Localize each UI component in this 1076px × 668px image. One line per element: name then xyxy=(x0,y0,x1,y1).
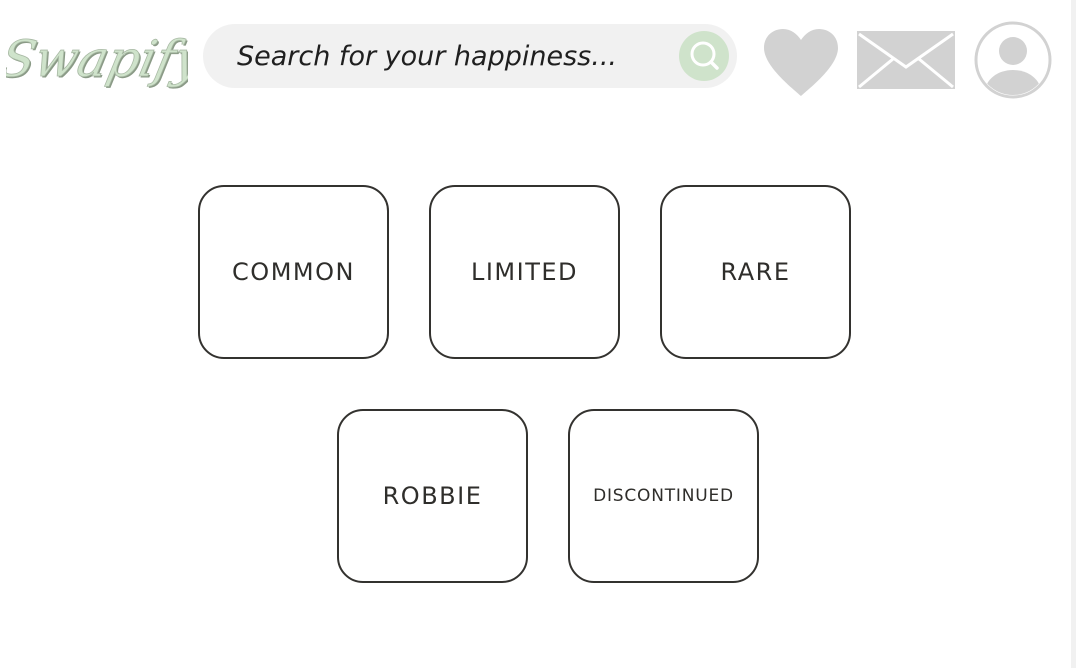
search-bar xyxy=(203,24,737,88)
page-edge-divider xyxy=(1071,0,1076,668)
search-icon xyxy=(690,41,719,70)
svg-text:Swapify: Swapify xyxy=(6,30,188,88)
category-tile-discontinued[interactable]: DISCONTINUED xyxy=(568,409,759,583)
category-label: ROBBIE xyxy=(382,482,483,510)
profile-icon[interactable] xyxy=(973,20,1053,100)
category-label: DISCONTINUED xyxy=(593,486,734,506)
category-label: COMMON xyxy=(232,258,355,286)
search-input[interactable] xyxy=(237,24,667,88)
category-tile-limited[interactable]: LIMITED xyxy=(429,185,620,359)
page: Swapify Swapify Search for your happines… xyxy=(0,0,1076,668)
swapify-logo[interactable]: Swapify Swapify xyxy=(6,18,188,100)
search-button[interactable] xyxy=(679,31,729,81)
category-tile-common[interactable]: COMMON xyxy=(198,185,389,359)
category-label: LIMITED xyxy=(470,258,579,286)
heart-icon[interactable] xyxy=(762,26,840,98)
mail-icon[interactable] xyxy=(855,29,957,91)
category-label: RARE xyxy=(720,258,791,286)
category-tile-robbie[interactable]: ROBBIE xyxy=(337,409,528,583)
category-tile-rare[interactable]: RARE xyxy=(660,185,851,359)
